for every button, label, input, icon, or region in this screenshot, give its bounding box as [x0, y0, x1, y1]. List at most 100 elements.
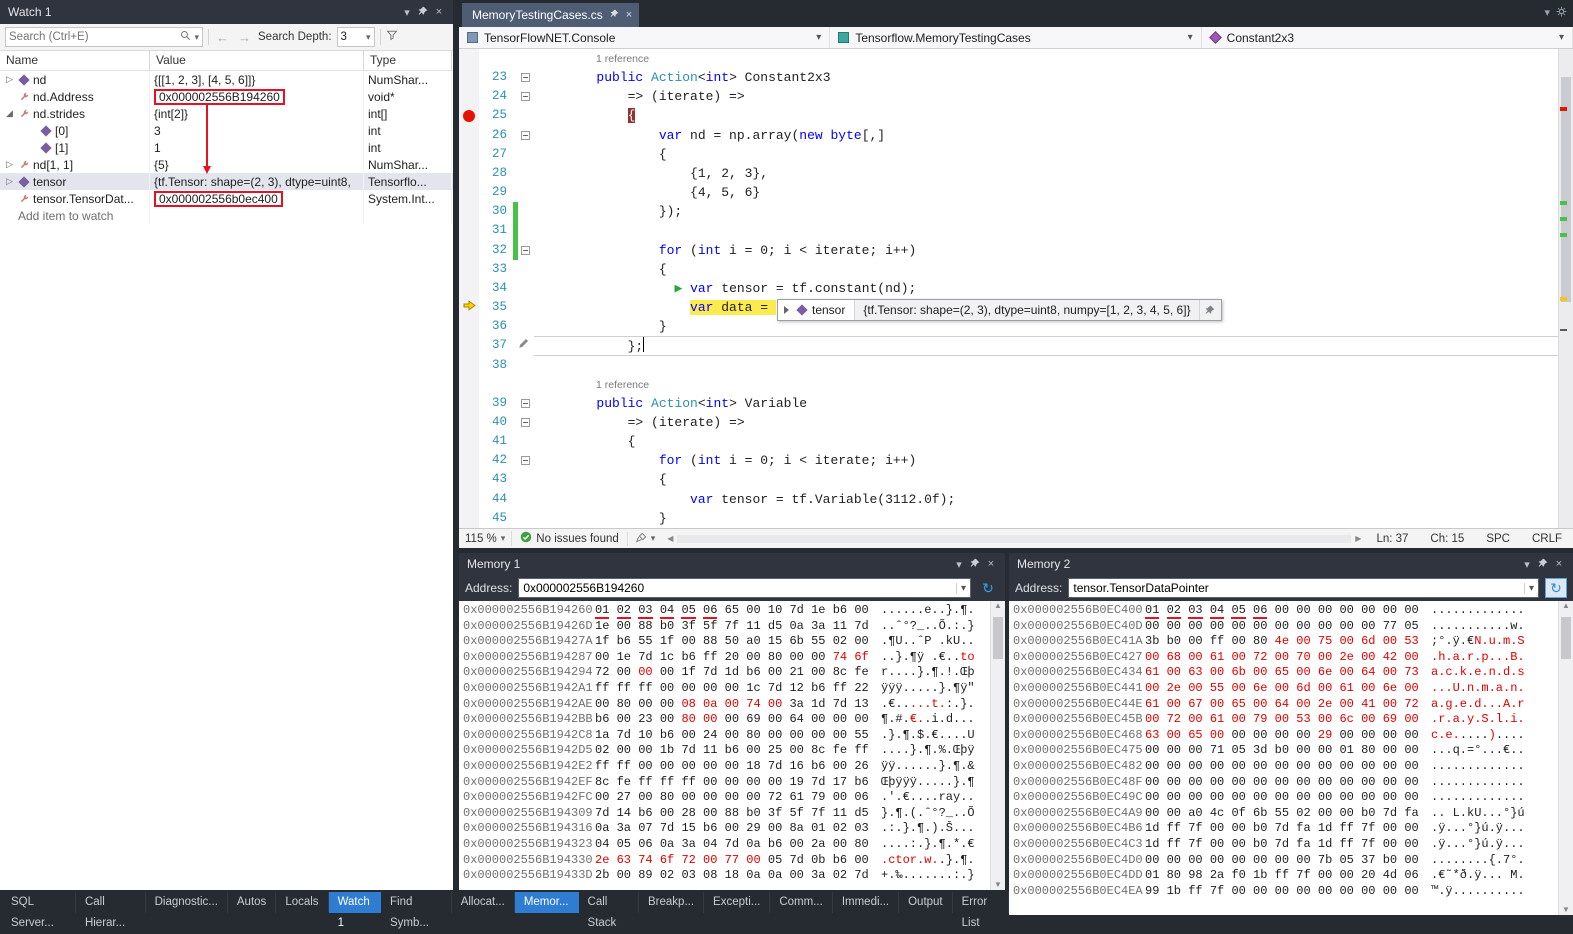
tab-sql-server[interactable]: SQL Server... [2, 892, 76, 913]
code-line[interactable]: 40 => (iterate) => [459, 413, 1573, 432]
search-next-button[interactable]: → [236, 30, 253, 45]
memory-row[interactable]: 0x000002556B0EC44100 2e 00 55 00 6e 00 6… [1013, 681, 1573, 697]
nav-dropdown-method[interactable]: Constant2x3▾ [1202, 27, 1573, 48]
breakpoint-gutter[interactable] [459, 375, 479, 394]
search-prev-button[interactable]: ← [214, 30, 231, 45]
memory-row[interactable]: 0x000002556B19428700 1e 7d 1c b6 ff 20 0… [463, 650, 1005, 666]
nav-dropdown-project[interactable]: TensorFlowNET.Console▾ [459, 27, 830, 48]
pin-icon[interactable] [967, 558, 983, 571]
memory-row[interactable]: 0x000002556B0EC4C31d ff 7f 00 00 b0 7d f… [1013, 837, 1573, 853]
memory-row[interactable]: 0x000002556B0EC42700 68 00 61 00 72 00 7… [1013, 650, 1573, 666]
watch-row[interactable]: ◢nd.strides{int[2]}int[] [0, 105, 453, 122]
code-line[interactable]: 41 { [459, 432, 1573, 451]
outline-margin[interactable] [518, 490, 534, 509]
close-icon[interactable]: × [983, 558, 999, 570]
breakpoint-gutter[interactable] [459, 490, 479, 509]
outline-margin[interactable] [518, 509, 534, 528]
breakpoint-gutter[interactable] [459, 356, 479, 375]
memory1-titlebar[interactable]: Memory 1 ▾ × [459, 553, 1005, 575]
memory-row[interactable]: 0x000002556B0EC4B61d ff 7f 00 00 b0 7d f… [1013, 821, 1573, 837]
code-line[interactable]: 26 var nd = np.array(new byte[,] [459, 126, 1573, 145]
collapse-icon[interactable] [521, 246, 530, 255]
memory-row[interactable]: 0x000002556B0EC47500 00 00 71 05 3d b0 0… [1013, 743, 1573, 759]
memory2-hex-view[interactable]: ▲▼ 0x000002556B0EC40001 02 03 04 05 06 0… [1009, 601, 1573, 915]
expander-icon[interactable] [784, 306, 789, 314]
memory1-address-combo[interactable]: ▾ [518, 578, 971, 598]
chevron-down-icon[interactable]: ▾ [1559, 32, 1564, 43]
outline-margin[interactable] [518, 145, 534, 164]
memory2-address-input[interactable] [1069, 581, 1524, 595]
memory-row[interactable]: 0x000002556B0EC40001 02 03 04 05 06 00 0… [1013, 603, 1573, 619]
outline-margin[interactable] [518, 356, 534, 375]
memory-row[interactable]: 0x000002556B1942A1ff ff ff 00 00 00 00 1… [463, 681, 1005, 697]
code-cleanup-button[interactable]: ▾ [627, 532, 664, 546]
tab-diagnostic[interactable]: Diagnostic... [146, 892, 228, 913]
memory-row[interactable]: 0x000002556B1942BBb6 00 23 00 80 00 00 6… [463, 712, 1005, 728]
breakpoint-gutter[interactable] [459, 68, 479, 87]
memory-row[interactable]: 0x000002556B0EC48F00 00 00 00 00 00 00 0… [1013, 775, 1573, 791]
breakpoint-gutter[interactable] [459, 106, 479, 125]
chevron-down-icon[interactable]: ▾ [1188, 32, 1193, 43]
outline-margin[interactable] [518, 87, 534, 106]
code-line[interactable]: 45 } [459, 509, 1573, 528]
breakpoint-gutter[interactable] [459, 451, 479, 470]
column-header-name[interactable]: Name [0, 51, 150, 70]
tab-comm[interactable]: Comm... [770, 892, 832, 913]
memory-row[interactable]: 0x000002556B0EC48200 00 00 00 00 00 00 0… [1013, 759, 1573, 775]
close-tab-icon[interactable]: × [626, 9, 632, 21]
watch-titlebar[interactable]: Watch 1 ▾ × [0, 0, 453, 24]
code-line[interactable]: 24 => (iterate) => [459, 87, 1573, 106]
collapse-icon[interactable] [521, 456, 530, 465]
watch-row[interactable]: tensor.TensorDat...0x000002556b0ec400Sys… [0, 190, 453, 207]
code-line[interactable]: 1 reference [459, 49, 1573, 68]
outline-margin[interactable] [518, 126, 534, 145]
gear-icon[interactable] [1556, 6, 1567, 20]
nav-dropdown-class[interactable]: Tensorflow.MemoryTestingCases▾ [830, 27, 1201, 48]
tab-find-symb[interactable]: Find Symb... [381, 892, 452, 913]
watch-search-box[interactable]: ▾ [5, 27, 203, 47]
code-line[interactable]: 39 public Action<int> Variable [459, 394, 1573, 413]
memory1-hex-view[interactable]: ▲▼ 0x000002556B19426001 02 03 04 05 06 6… [459, 601, 1005, 890]
memory-row[interactable]: 0x000002556B0EC40D00 00 00 00 00 00 00 0… [1013, 619, 1573, 635]
pin-icon[interactable] [1535, 558, 1551, 571]
memory-row[interactable]: 0x000002556B19427A1f b6 55 1f 00 88 50 a… [463, 634, 1005, 650]
add-watch-row[interactable]: Add item to watch [0, 207, 453, 224]
watch-row[interactable]: [0]3int [0, 122, 453, 139]
collapse-icon[interactable] [521, 399, 530, 408]
code-editor[interactable]: 1 reference23 public Action<int> Constan… [459, 49, 1573, 528]
code-line[interactable]: 42 for (int i = 0; i < iterate; i++) [459, 451, 1573, 470]
memory-row[interactable]: 0x000002556B1943160a 3a 07 7d 15 b6 00 2… [463, 821, 1005, 837]
chevron-down-icon[interactable]: ▾ [816, 32, 821, 43]
code-line[interactable]: 44 var tensor = tf.Variable(3112.0f); [459, 490, 1573, 509]
code-line[interactable]: 31 [459, 221, 1573, 240]
close-icon[interactable]: × [431, 6, 447, 18]
memory-row[interactable]: 0x000002556B0EC43461 00 63 00 6b 00 65 0… [1013, 665, 1573, 681]
scroll-left-icon[interactable]: ◀ [667, 534, 673, 543]
tab-call-stack[interactable]: Call Stack [579, 892, 639, 913]
memory-row[interactable]: 0x000002556B1942E2ff ff 00 00 00 00 00 1… [463, 759, 1005, 775]
breakpoint-icon[interactable] [463, 110, 475, 122]
code-line[interactable]: 37 }; [459, 336, 1573, 355]
memory2-scrollbar[interactable]: ▲▼ [1558, 601, 1573, 915]
tab-call-hierar[interactable]: Call Hierar... [76, 892, 146, 913]
code-line[interactable]: 23 public Action<int> Constant2x3 [459, 68, 1573, 87]
outline-margin[interactable] [518, 106, 534, 125]
memory-row[interactable]: 0x000002556B0EC46863 00 65 00 00 00 00 0… [1013, 728, 1573, 744]
expander-icon[interactable]: ▷ [4, 74, 15, 85]
outline-margin[interactable] [518, 221, 534, 240]
memory-row[interactable]: 0x000002556B19433D2b 00 89 02 03 08 18 0… [463, 868, 1005, 884]
scroll-down-icon[interactable]: ▼ [991, 880, 1005, 889]
document-tab[interactable]: MemoryTestingCases.cs × [462, 3, 639, 27]
watch-row[interactable]: ▷tensor{tf.Tensor: shape=(2, 3), dtype=u… [0, 173, 453, 190]
outline-margin[interactable] [518, 336, 534, 355]
column-header-type[interactable]: Type [364, 51, 452, 70]
memory-row[interactable]: 0x000002556B19426D1e 00 88 b0 3f 5f 7f 1… [463, 619, 1005, 635]
expander-icon[interactable]: ◢ [4, 108, 15, 119]
memory1-scrollbar[interactable]: ▲▼ [990, 601, 1005, 890]
outline-margin[interactable] [518, 260, 534, 279]
breakpoint-gutter[interactable] [459, 241, 479, 260]
outline-margin[interactable] [518, 183, 534, 202]
expander-icon[interactable]: ▷ [4, 176, 15, 187]
breakpoint-gutter[interactable] [459, 49, 479, 68]
breakpoint-gutter[interactable] [459, 164, 479, 183]
